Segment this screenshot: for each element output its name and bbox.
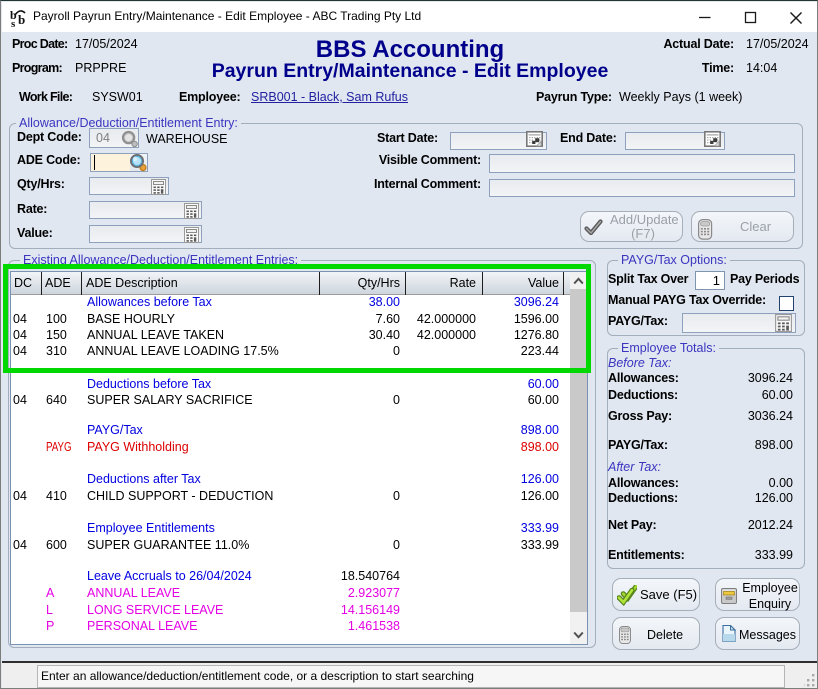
svg-text:b: b [18, 12, 25, 27]
svg-text:s: s [11, 18, 16, 27]
